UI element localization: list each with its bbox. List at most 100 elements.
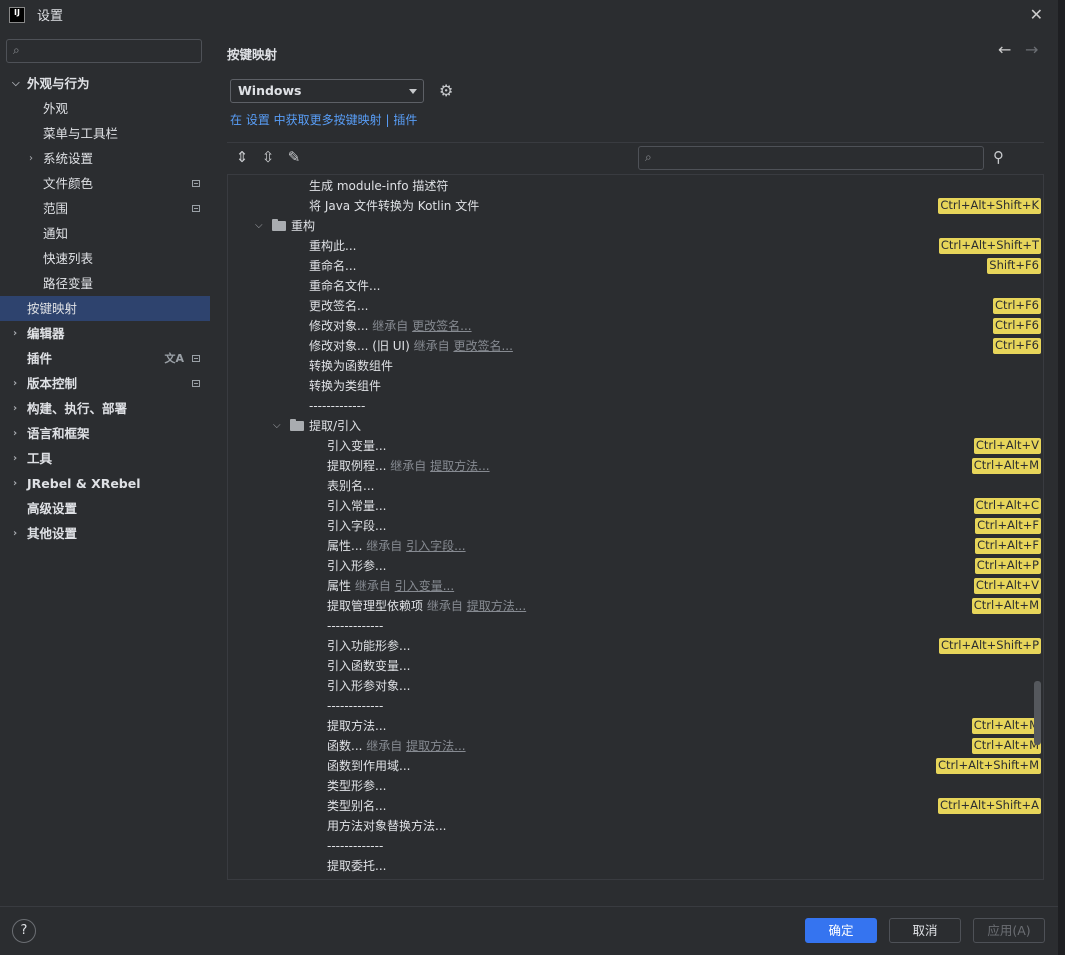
action-label: 类型别名... [327,799,387,813]
action-label: 转换为函数组件 [309,359,394,373]
find-by-shortcut-icon[interactable]: ⚲ [993,148,1004,166]
action-row[interactable]: 提取方法... Ctrl+Alt+M [228,716,1041,736]
inherited-action-link[interactable]: 引入字段... [406,539,465,553]
expand-all-icon[interactable]: ⇕ [233,148,251,166]
inherited-action-link[interactable]: 更改签名... [453,339,512,353]
shortcut-badge: Ctrl+Alt+V [973,578,1041,594]
action-label: 用方法对象替换方法... [327,819,447,833]
action-row[interactable]: ------------- [228,616,1028,636]
action-row[interactable]: ------------- [228,396,1028,416]
collapse-all-icon[interactable]: ⇳ [259,148,277,166]
inherited-action-link[interactable]: 提取方法... [467,599,526,613]
shortcut-badge: Ctrl+Alt+C [973,498,1041,514]
action-row[interactable]: 更改签名... Ctrl+F6 [228,296,1041,316]
sidebar-item-advanced-settings[interactable]: 高级设置 [0,496,210,521]
close-icon[interactable]: ✕ [1030,5,1043,24]
sidebar-item-tools[interactable]: › 工具 [0,446,210,471]
chevron-down-icon[interactable]: ⌵ [273,416,281,436]
edit-pencil-icon[interactable]: ✎ [285,148,303,166]
sidebar-item-scopes[interactable]: 范围 [0,196,210,221]
sidebar-item-label: 按键映射 [27,301,78,316]
action-tree[interactable]: 生成 module-info 描述符将 Java 文件转换为 Kotlin 文件… [227,174,1044,880]
action-row[interactable]: 引入函数变量... [228,656,1028,676]
sidebar-item-plugins[interactable]: 插件 文A [0,346,210,371]
action-row[interactable]: 提取例程... 继承自 提取方法... Ctrl+Alt+M [228,456,1041,476]
action-row[interactable]: 转换为函数组件 [228,356,1028,376]
action-row[interactable]: 重命名... Shift+F6 [228,256,1041,276]
sidebar-item-appearance-behavior[interactable]: ⌵ 外观与行为 [0,71,210,96]
chevron-right-icon: › [13,428,18,439]
cancel-button[interactable]: 取消 [889,918,961,943]
action-row[interactable]: 表别名... [228,476,1028,496]
action-row[interactable]: 函数... 继承自 提取方法... Ctrl+Alt+M [228,736,1041,756]
action-row[interactable]: 用方法对象替换方法... [228,816,1028,836]
action-label: 转换为类组件 [309,379,382,393]
action-row[interactable]: 引入常量... Ctrl+Alt+C [228,496,1041,516]
chevron-right-icon: › [13,403,18,414]
action-row[interactable]: 属性... 继承自 引入字段... Ctrl+Alt+F [228,536,1041,556]
gear-icon[interactable]: ⚙ [439,81,453,100]
shortcut-badge: Ctrl+Alt+Shift+P [938,638,1041,654]
action-row[interactable]: 属性 继承自 引入变量... Ctrl+Alt+V [228,576,1041,596]
sidebar-item-menus-toolbars[interactable]: 菜单与工具栏 [0,121,210,146]
action-label: 更改签名... [309,299,369,313]
chevron-down-icon[interactable]: ⌵ [255,216,263,236]
action-row[interactable]: 提取管理型依赖项 继承自 提取方法... Ctrl+Alt+M [228,596,1041,616]
action-row[interactable]: 引入字段... Ctrl+Alt+F [228,516,1041,536]
action-search-input[interactable]: ⌕ [638,146,984,170]
inherited-action-link[interactable]: 提取方法... [406,739,465,753]
action-row[interactable]: 重构此... Ctrl+Alt+Shift+T [228,236,1041,256]
sidebar-item-build-execution-deployment[interactable]: › 构建、执行、部署 [0,396,210,421]
sidebar-item-other-settings[interactable]: › 其他设置 [0,521,210,546]
action-row[interactable]: 引入形参... Ctrl+Alt+P [228,556,1041,576]
keymap-scheme-select[interactable]: Windows [230,79,424,103]
divider [227,142,1044,143]
inherited-action-link[interactable]: 引入变量... [395,579,454,593]
forward-arrow-icon[interactable]: → [1025,40,1038,59]
sidebar-item-version-control[interactable]: › 版本控制 [0,371,210,396]
sidebar-item-appearance[interactable]: 外观 [0,96,210,121]
action-row[interactable]: 提取委托... [228,856,1028,876]
plugins-link[interactable]: 插件 [393,113,417,127]
action-group-row[interactable]: ⌵ 提取/引入 [228,416,1028,436]
sidebar-item-label: JRebel & XRebel [27,476,141,491]
action-row[interactable]: ------------- [228,696,1028,716]
apply-button[interactable]: 应用(A) [973,918,1045,943]
scrollbar-thumb[interactable] [1034,681,1041,745]
action-row[interactable]: 生成 module-info 描述符 [228,176,1028,196]
action-label: 引入形参对象... [327,679,411,693]
sidebar-search-input[interactable]: ⌕ [6,39,202,63]
action-row[interactable]: 类型形参... [228,776,1028,796]
action-row[interactable]: 修改对象... 继承自 更改签名... Ctrl+F6 [228,316,1041,336]
sidebar-item-jrebel[interactable]: › JRebel & XRebel [0,471,210,496]
action-row[interactable]: ------------- [228,836,1028,856]
ok-button[interactable]: 确定 [805,918,877,943]
sidebar-item-path-variables[interactable]: 路径变量 [0,271,210,296]
action-row[interactable]: 修改对象... (旧 UI) 继承自 更改签名... Ctrl+F6 [228,336,1041,356]
sidebar-item-notifications[interactable]: 通知 [0,221,210,246]
action-label: 提取/引入 [309,419,362,433]
action-row[interactable]: 类型别名... Ctrl+Alt+Shift+A [228,796,1041,816]
sidebar-item-system-settings[interactable]: › 系统设置 [0,146,210,171]
action-group-row[interactable]: ⌵ 重构 [228,216,1028,236]
action-row[interactable]: 转换为类组件 [228,376,1028,396]
sidebar-item-editor[interactable]: › 编辑器 [0,321,210,346]
action-row[interactable]: 引入形参对象... [228,676,1028,696]
action-row[interactable]: 函数到作用域... Ctrl+Alt+Shift+M [228,756,1041,776]
sidebar-item-file-colors[interactable]: 文件颜色 [0,171,210,196]
keymap-panel: 按键映射 ← → Windows ⚙ 在 设置 中获取更多按键映射 | 插件 ⇕… [210,29,1058,906]
action-row[interactable]: 将 Java 文件转换为 Kotlin 文件 Ctrl+Alt+Shift+K [228,196,1041,216]
action-label: 引入函数变量... [327,659,411,673]
action-row[interactable]: 重命名文件... [228,276,1028,296]
shortcut-badge: Ctrl+F6 [992,338,1041,354]
back-arrow-icon[interactable]: ← [998,40,1011,59]
sidebar-item-keymap[interactable]: 按键映射 [0,296,210,321]
help-button[interactable]: ? [12,919,36,943]
inherited-action-link[interactable]: 提取方法... [430,459,489,473]
settings-link[interactable]: 设置 [246,113,270,127]
sidebar-item-languages-frameworks[interactable]: › 语言和框架 [0,421,210,446]
action-row[interactable]: 引入变量... Ctrl+Alt+V [228,436,1041,456]
sidebar-item-quick-lists[interactable]: 快速列表 [0,246,210,271]
inherited-action-link[interactable]: 更改签名... [412,319,471,333]
action-row[interactable]: 引入功能形参... Ctrl+Alt+Shift+P [228,636,1041,656]
